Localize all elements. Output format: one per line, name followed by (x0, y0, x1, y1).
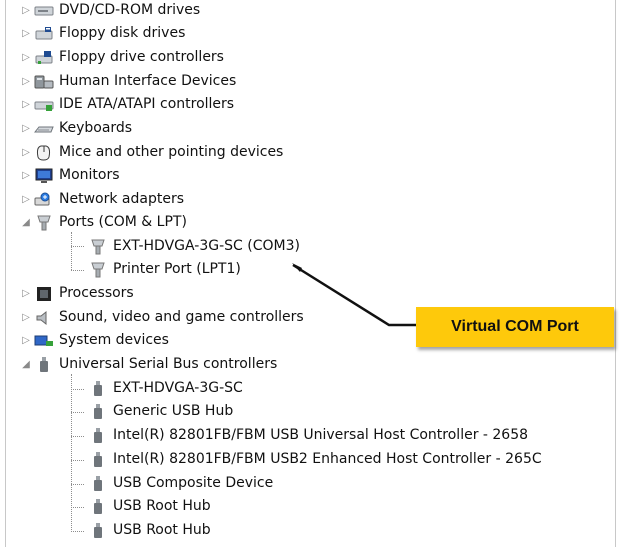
tree-item-label: EXT-HDVGA-3G-SC (113, 380, 243, 396)
human-interface-icon (34, 75, 54, 88)
tree-item-label: Mice and other pointing devices (59, 144, 284, 160)
tree-item-label: Sound, video and game controllers (59, 309, 304, 325)
expand-arrow-icon[interactable]: ▷ (20, 5, 32, 17)
tree-item-label: Monitors (59, 167, 120, 183)
keyboard-icon (34, 126, 54, 132)
expand-arrow-icon[interactable]: ▷ (20, 52, 32, 64)
sound-icon (36, 310, 47, 325)
expand-arrow-icon[interactable]: ▷ (20, 147, 32, 159)
monitor-icon (35, 168, 53, 183)
tree-item-label: Keyboards (59, 120, 133, 136)
usb-child-branch-2 (71, 412, 84, 413)
tree-item-system-devices[interactable]: ▷ System devices (20, 329, 169, 352)
tree-child-usb-device[interactable]: EXT-HDVGA-3G-SC (88, 377, 243, 400)
tree-item-keyboards[interactable]: ▷ Keyboards (20, 117, 132, 140)
tree-child-usb-device[interactable]: USB Root Hub (88, 519, 211, 542)
tree-item-label: IDE ATA/ATAPI controllers (59, 96, 235, 112)
usb-child-guide-line (71, 374, 72, 532)
ports-child-guide-line (71, 232, 72, 270)
tree-item-dvd-cd-rom-drives[interactable]: ▷ DVD/CD-ROM drives (20, 0, 200, 22)
tree-child-ext-hdvga-com3[interactable]: EXT-HDVGA-3G-SC (COM3) (88, 235, 300, 258)
usb-icon (94, 522, 102, 538)
tree-item-label: Generic USB Hub (113, 403, 234, 419)
tree-item-label: Intel(R) 82801FB/FBM USB2 Enhanced Host … (113, 451, 542, 467)
collapse-arrow-icon[interactable]: ◢ (20, 217, 32, 229)
network-adapter-icon (34, 192, 50, 205)
tree-item-label: Floppy disk drives (59, 25, 186, 41)
tree-item-human-interface-devices[interactable]: ▷ Human Interface Devices (20, 70, 236, 93)
callout-label: Virtual COM Port (451, 318, 579, 335)
port-icon (91, 239, 105, 254)
tree-item-processors[interactable]: ▷ Processors (20, 282, 134, 305)
tree-item-label: EXT-HDVGA-3G-SC (COM3) (113, 238, 300, 254)
floppy-controller-icon (35, 50, 53, 64)
tree-item-label: Network adapters (59, 191, 184, 207)
tree-child-printer-port[interactable]: Printer Port (LPT1) (88, 258, 241, 281)
tree-item-ports[interactable]: ◢ Ports (COM & LPT) (20, 211, 187, 234)
tree-item-label: Printer Port (LPT1) (113, 261, 241, 277)
usb-icon (94, 498, 102, 514)
expand-arrow-icon[interactable]: ▷ (20, 288, 32, 300)
expand-arrow-icon[interactable]: ▷ (20, 194, 32, 206)
tree-item-label: Processors (59, 285, 134, 301)
tree-child-usb-device[interactable]: Intel(R) 82801FB/FBM USB2 Enhanced Host … (88, 448, 542, 471)
tree-item-label: USB Root Hub (113, 522, 211, 538)
device-tree: ▷ DVD/CD-ROM drives ▷ Floppy disk drives… (0, 0, 621, 547)
tree-item-network-adapters[interactable]: ▷ Network adapters (20, 188, 184, 211)
tree-item-universal-serial-bus-controllers[interactable]: ◢ Universal Serial Bus controllers (20, 353, 277, 376)
tree-item-label: Human Interface Devices (59, 73, 237, 89)
tree-item-floppy-disk-drives[interactable]: ▷ Floppy disk drives (20, 22, 185, 45)
tree-item-mice[interactable]: ▷ Mice and other pointing devices (20, 141, 283, 164)
tree-item-floppy-drive-controllers[interactable]: ▷ Floppy drive controllers (20, 46, 224, 69)
expand-arrow-icon[interactable]: ▷ (20, 170, 32, 182)
ports-child-branch-2 (71, 270, 84, 271)
port-icon (91, 262, 105, 277)
tree-item-label: Ports (COM & LPT) (59, 214, 187, 230)
tree-item-sound-video-game-controllers[interactable]: ▷ Sound, video and game controllers (20, 306, 304, 329)
expand-arrow-icon[interactable]: ▷ (20, 76, 32, 88)
ide-controller-icon (34, 101, 54, 111)
expand-arrow-icon[interactable]: ▷ (20, 335, 32, 347)
expand-arrow-icon[interactable]: ▷ (20, 123, 32, 135)
tree-item-label: System devices (59, 332, 169, 348)
mouse-icon (36, 145, 51, 160)
tree-item-label: DVD/CD-ROM drives (59, 2, 201, 18)
expand-arrow-icon[interactable]: ▷ (20, 312, 32, 324)
usb-icon (94, 475, 102, 491)
dvd-icon (34, 6, 54, 15)
usb-child-branch-7 (71, 531, 84, 532)
tree-item-monitors[interactable]: ▷ Monitors (20, 164, 120, 187)
usb-child-branch-3 (71, 436, 84, 437)
usb-icon (94, 427, 102, 443)
tree-child-usb-device[interactable]: USB Root Hub (88, 495, 211, 518)
tree-item-label: USB Root Hub (113, 498, 211, 514)
ports-child-branch-1 (71, 246, 84, 247)
collapse-arrow-icon[interactable]: ◢ (20, 359, 32, 371)
tree-child-usb-device[interactable]: Generic USB Hub (88, 400, 233, 423)
expand-arrow-icon[interactable]: ▷ (20, 99, 32, 111)
tree-item-label: Intel(R) 82801FB/FBM USB Universal Host … (113, 427, 529, 443)
usb-icon (94, 403, 102, 419)
usb-child-branch-4 (71, 460, 84, 461)
system-devices-icon (34, 335, 53, 346)
device-manager-screenshot: ▷ DVD/CD-ROM drives ▷ Floppy disk drives… (0, 0, 621, 547)
usb-child-branch-1 (71, 389, 84, 390)
tree-item-ide-ata-atapi-controllers[interactable]: ▷ IDE ATA/ATAPI controllers (20, 93, 234, 116)
tree-item-label: Floppy drive controllers (59, 49, 224, 65)
tree-item-label: Universal Serial Bus controllers (59, 356, 278, 372)
tree-item-label: USB Composite Device (113, 475, 274, 491)
usb-icon (94, 451, 102, 467)
usb-child-branch-6 (71, 507, 84, 508)
port-icon (37, 215, 51, 230)
processor-icon (37, 286, 51, 301)
tree-child-usb-device[interactable]: Intel(R) 82801FB/FBM USB Universal Host … (88, 424, 528, 447)
usb-icon (40, 356, 48, 372)
expand-arrow-icon[interactable]: ▷ (20, 28, 32, 40)
tree-child-usb-device[interactable]: USB Composite Device (88, 472, 273, 495)
virtual-com-port-callout: Virtual COM Port (416, 307, 614, 347)
usb-icon (94, 380, 102, 396)
usb-child-branch-5 (71, 484, 84, 485)
floppy-disk-icon (35, 26, 53, 39)
